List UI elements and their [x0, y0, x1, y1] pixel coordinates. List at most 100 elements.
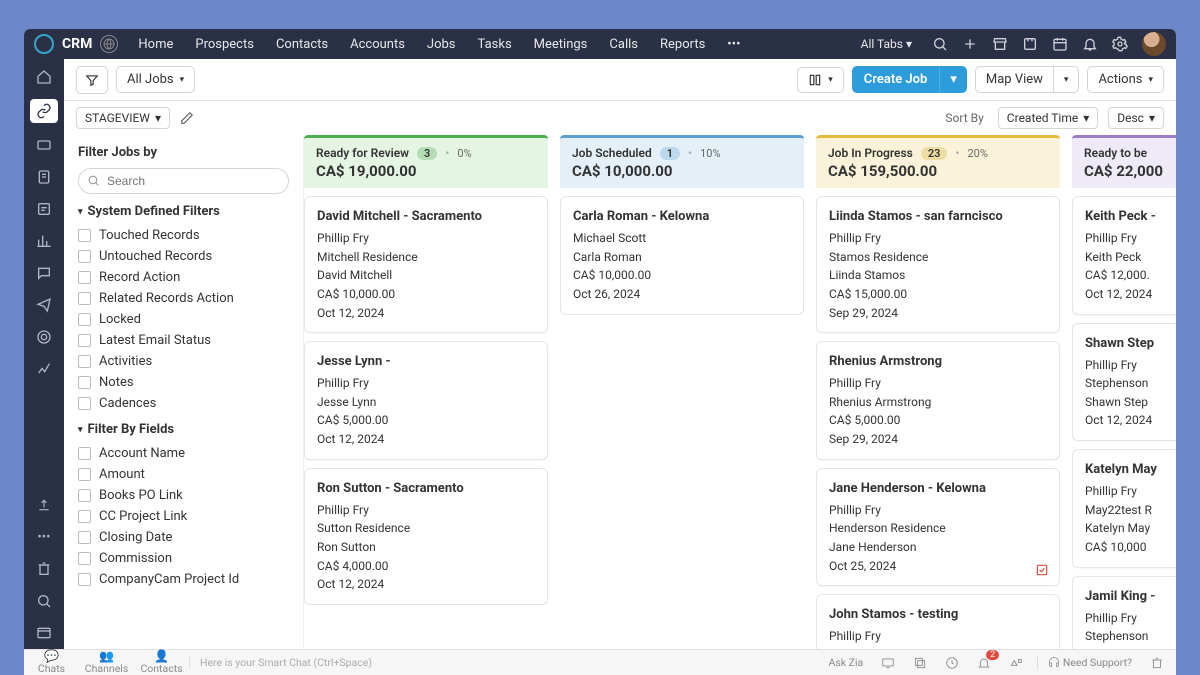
job-card[interactable]: Shawn StepPhillip FryStephensonShawn Ste…: [1072, 323, 1176, 442]
filter-item[interactable]: Latest Email Status: [78, 330, 289, 351]
filter-item[interactable]: Untouched Records: [78, 246, 289, 267]
job-card[interactable]: David Mitchell - SacramentoPhillip FryMi…: [304, 196, 548, 333]
menu-meetings[interactable]: Meetings: [534, 37, 588, 52]
ask-zia-button[interactable]: Ask Zia: [824, 656, 867, 669]
menu-prospects[interactable]: Prospects: [195, 37, 254, 52]
mapview-button[interactable]: Map View: [975, 66, 1054, 93]
history-icon[interactable]: [941, 656, 963, 670]
menu-home[interactable]: Home: [138, 37, 173, 52]
avatar[interactable]: [1142, 32, 1166, 56]
create-job-label[interactable]: Create Job: [852, 66, 940, 93]
filter-item[interactable]: Record Action: [78, 267, 289, 288]
checkbox-icon[interactable]: [78, 397, 91, 410]
job-card[interactable]: Katelyn MayPhillip FryMay22test RKatelyn…: [1072, 449, 1176, 568]
rail-trash-icon[interactable]: [34, 559, 54, 579]
menu-tasks[interactable]: Tasks: [478, 37, 512, 52]
job-card[interactable]: Keith Peck -Phillip FryKeith PeckCA$ 12,…: [1072, 196, 1176, 315]
filter-button[interactable]: [76, 66, 108, 94]
all-tabs-dropdown[interactable]: All Tabs ▾: [861, 37, 912, 51]
bell-icon[interactable]: 2: [973, 656, 995, 670]
globe-icon[interactable]: [100, 35, 118, 53]
filter-item[interactable]: Amount: [78, 464, 289, 485]
support-button[interactable]: Need Support?: [1037, 656, 1136, 669]
checkbox-icon[interactable]: [78, 573, 91, 586]
rail-chat-icon[interactable]: [34, 263, 54, 283]
sortdir-dropdown[interactable]: Desc▾: [1108, 107, 1164, 129]
bottom-tab-channels[interactable]: 👥Channels: [79, 650, 134, 675]
rail-link-icon[interactable]: [30, 99, 58, 123]
actions-dropdown[interactable]: Actions▾: [1087, 66, 1164, 93]
filter-item[interactable]: Activities: [78, 351, 289, 372]
gear-icon[interactable]: [1112, 36, 1128, 52]
filter-search[interactable]: [78, 168, 289, 194]
job-card[interactable]: Jane Henderson - KelownaPhillip FryHende…: [816, 468, 1060, 587]
shapes-icon[interactable]: [1005, 656, 1027, 670]
checkbox-icon[interactable]: [78, 468, 91, 481]
trash-icon[interactable]: [1146, 656, 1168, 670]
checkbox-icon[interactable]: [78, 447, 91, 460]
alljobs-dropdown[interactable]: All Jobs▾: [116, 66, 195, 93]
bell-icon[interactable]: [1082, 36, 1098, 52]
job-card[interactable]: Jesse Lynn -Phillip FryJesse LynnCA$ 5,0…: [304, 341, 548, 460]
stageview-dropdown[interactable]: STAGEVIEW▾: [76, 107, 170, 129]
filter-item[interactable]: CompanyCam Project Id: [78, 569, 289, 590]
job-card[interactable]: Carla Roman - KelownaMichael ScottCarla …: [560, 196, 804, 315]
edit-icon[interactable]: [180, 111, 194, 125]
rail-analytics-icon[interactable]: [34, 359, 54, 379]
screen-icon[interactable]: [877, 656, 899, 670]
checkbox-icon[interactable]: [78, 334, 91, 347]
rail-card-icon[interactable]: [34, 135, 54, 155]
filter-group-fields[interactable]: ▾Filter By Fields: [78, 422, 289, 437]
calendar-icon[interactable]: [1052, 36, 1068, 52]
checkbox-icon[interactable]: [78, 355, 91, 368]
store-icon[interactable]: [992, 36, 1008, 52]
job-card[interactable]: Ron Sutton - SacramentoPhillip FrySutton…: [304, 468, 548, 605]
filter-item[interactable]: Notes: [78, 372, 289, 393]
filter-item[interactable]: Locked: [78, 309, 289, 330]
rail-chart-icon[interactable]: [34, 231, 54, 251]
plus-icon[interactable]: [962, 36, 978, 52]
filter-item[interactable]: Books PO Link: [78, 485, 289, 506]
job-card[interactable]: Liinda Stamos - san farnciscoPhillip Fry…: [816, 196, 1060, 333]
create-job-dropdown[interactable]: ▾: [939, 66, 967, 93]
copy-icon[interactable]: [909, 656, 931, 670]
filter-search-input[interactable]: [78, 168, 289, 194]
checkbox-icon[interactable]: [78, 313, 91, 326]
layout-dropdown[interactable]: ▾: [797, 67, 844, 93]
rail-target-icon[interactable]: [34, 327, 54, 347]
filter-item[interactable]: Related Records Action: [78, 288, 289, 309]
rail-form-icon[interactable]: [34, 199, 54, 219]
checkbox-icon[interactable]: [78, 250, 91, 263]
rail-doc-icon[interactable]: [34, 167, 54, 187]
filter-item[interactable]: Closing Date: [78, 527, 289, 548]
search-icon[interactable]: [932, 36, 948, 52]
filter-item[interactable]: Cadences: [78, 393, 289, 414]
menu-contacts[interactable]: Contacts: [276, 37, 328, 52]
filter-item[interactable]: Account Name: [78, 443, 289, 464]
checkbox-icon[interactable]: [78, 271, 91, 284]
menu-more[interactable]: •••: [727, 37, 740, 52]
rail-search-icon[interactable]: [34, 591, 54, 611]
menu-calls[interactable]: Calls: [609, 37, 638, 52]
checkbox-icon[interactable]: [78, 292, 91, 305]
rail-campaign-icon[interactable]: [34, 295, 54, 315]
rail-upload-icon[interactable]: [34, 495, 54, 515]
checkbox-icon[interactable]: [78, 229, 91, 242]
bottom-tab-contacts[interactable]: 👤Contacts: [134, 650, 189, 675]
checkbox-icon[interactable]: [78, 552, 91, 565]
filter-item[interactable]: Touched Records: [78, 225, 289, 246]
filter-group-system[interactable]: ▾System Defined Filters: [78, 204, 289, 219]
create-job-button[interactable]: Create Job ▾: [852, 66, 967, 93]
menu-reports[interactable]: Reports: [660, 37, 705, 52]
sortfield-dropdown[interactable]: Created Time▾: [998, 107, 1098, 129]
smartchat-hint[interactable]: Here is your Smart Chat (Ctrl+Space): [189, 656, 816, 669]
checkbox-icon[interactable]: [78, 489, 91, 502]
menu-accounts[interactable]: Accounts: [350, 37, 405, 52]
note-icon[interactable]: [1022, 36, 1038, 52]
filter-item[interactable]: Commission: [78, 548, 289, 569]
mapview-dropdown[interactable]: ▾: [1054, 66, 1080, 93]
menu-jobs[interactable]: Jobs: [427, 37, 456, 52]
rail-home-icon[interactable]: [34, 67, 54, 87]
job-card[interactable]: Rhenius ArmstrongPhillip FryRhenius Arms…: [816, 341, 1060, 460]
checkbox-icon[interactable]: [78, 376, 91, 389]
